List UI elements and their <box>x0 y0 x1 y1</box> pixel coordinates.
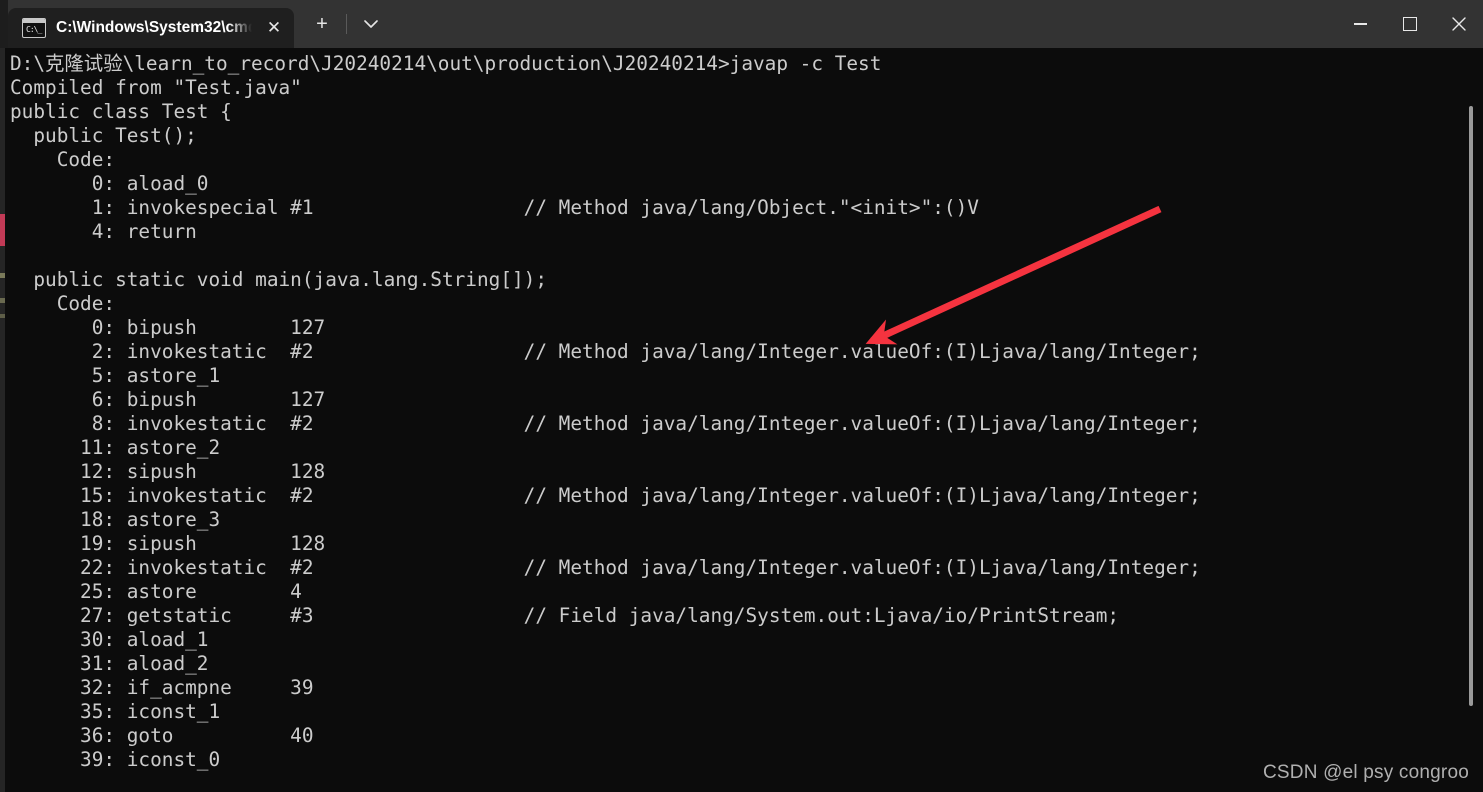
terminal-line: 25: astore 4 <box>10 580 302 603</box>
terminal-line: 18: astore_3 <box>10 508 221 531</box>
terminal-line: 1: invokespecial #1 // Method java/lang/… <box>10 196 979 219</box>
new-tab-button[interactable]: + <box>304 6 340 42</box>
window-controls <box>1336 0 1483 48</box>
gutter-mark-error <box>0 214 5 246</box>
terminal-line: 36: goto 40 <box>10 724 314 747</box>
terminal-line: 31: aload_2 <box>10 652 209 675</box>
console-icon: C:\_ <box>22 18 46 38</box>
terminal-line: 8: invokestatic #2 // Method java/lang/I… <box>10 412 1201 435</box>
terminal-output: D:\克隆试验\learn_to_record\J20240214\out\pr… <box>10 52 1483 792</box>
tab-close-button[interactable]: ✕ <box>260 14 288 42</box>
maximize-button[interactable] <box>1385 0 1434 48</box>
terminal-line: public static void main(java.lang.String… <box>10 268 548 291</box>
terminal-line: 11: astore_2 <box>10 436 221 459</box>
terminal-line: 0: bipush 127 <box>10 316 326 339</box>
tab-cmd[interactable]: C:\_ C:\Windows\System32\cmd.e ✕ <box>8 8 294 48</box>
terminal-line: 22: invokestatic #2 // Method java/lang/… <box>10 556 1201 579</box>
terminal-line: 32: if_acmpne 39 <box>10 676 314 699</box>
terminal-line: public Test(); <box>10 124 197 147</box>
terminal-line: 2: invokestatic #2 // Method java/lang/I… <box>10 340 1201 363</box>
terminal-line: Code: <box>10 292 116 315</box>
terminal-left-gutter <box>0 48 5 792</box>
tab-title: C:\Windows\System32\cmd.e <box>56 19 252 36</box>
chevron-down-icon[interactable] <box>353 6 389 42</box>
terminal-line: 6: bipush 127 <box>10 388 326 411</box>
terminal-line: 5: astore_1 <box>10 364 221 387</box>
terminal-line: 0: aload_0 <box>10 172 209 195</box>
terminal-line: 12: sipush 128 <box>10 460 326 483</box>
terminal-line: 30: aload_1 <box>10 628 209 651</box>
terminal-window: C:\_ C:\Windows\System32\cmd.e ✕ + D:\克隆… <box>0 0 1483 792</box>
titlebar: C:\_ C:\Windows\System32\cmd.e ✕ + <box>0 0 1483 48</box>
terminal-line: D:\克隆试验\learn_to_record\J20240214\out\pr… <box>10 52 882 75</box>
watermark: CSDN @el psy congroo <box>1263 762 1469 783</box>
terminal-line: public class Test { <box>10 100 232 123</box>
tab-strip-controls: + <box>294 0 389 48</box>
console-icon-prompt-glyph: C:\_ <box>26 25 42 34</box>
tab-strip: C:\_ C:\Windows\System32\cmd.e ✕ + <box>0 0 389 48</box>
gutter-mark-3 <box>0 314 5 318</box>
close-icon[interactable] <box>1434 0 1483 48</box>
terminal-scrollbar[interactable] <box>1467 48 1477 792</box>
tabbar-divider <box>346 14 347 34</box>
terminal-line: Code: <box>10 148 116 171</box>
titlebar-drag-region <box>389 0 1336 48</box>
terminal-line: 19: sipush 128 <box>10 532 326 555</box>
terminal-line: 27: getstatic #3 // Field java/lang/Syst… <box>10 604 1120 627</box>
terminal-line: 35: iconst_1 <box>10 700 221 723</box>
scrollbar-thumb[interactable] <box>1469 106 1473 706</box>
terminal-line: Compiled from "Test.java" <box>10 76 302 99</box>
gutter-mark-1 <box>0 273 5 278</box>
gutter-mark-2 <box>0 298 5 303</box>
minimize-button[interactable] <box>1336 0 1385 48</box>
terminal-viewport[interactable]: D:\克隆试验\learn_to_record\J20240214\out\pr… <box>0 48 1483 792</box>
terminal-line: 15: invokestatic #2 // Method java/lang/… <box>10 484 1201 507</box>
window-left-edge <box>0 0 8 48</box>
terminal-line: 4: return <box>10 220 197 243</box>
